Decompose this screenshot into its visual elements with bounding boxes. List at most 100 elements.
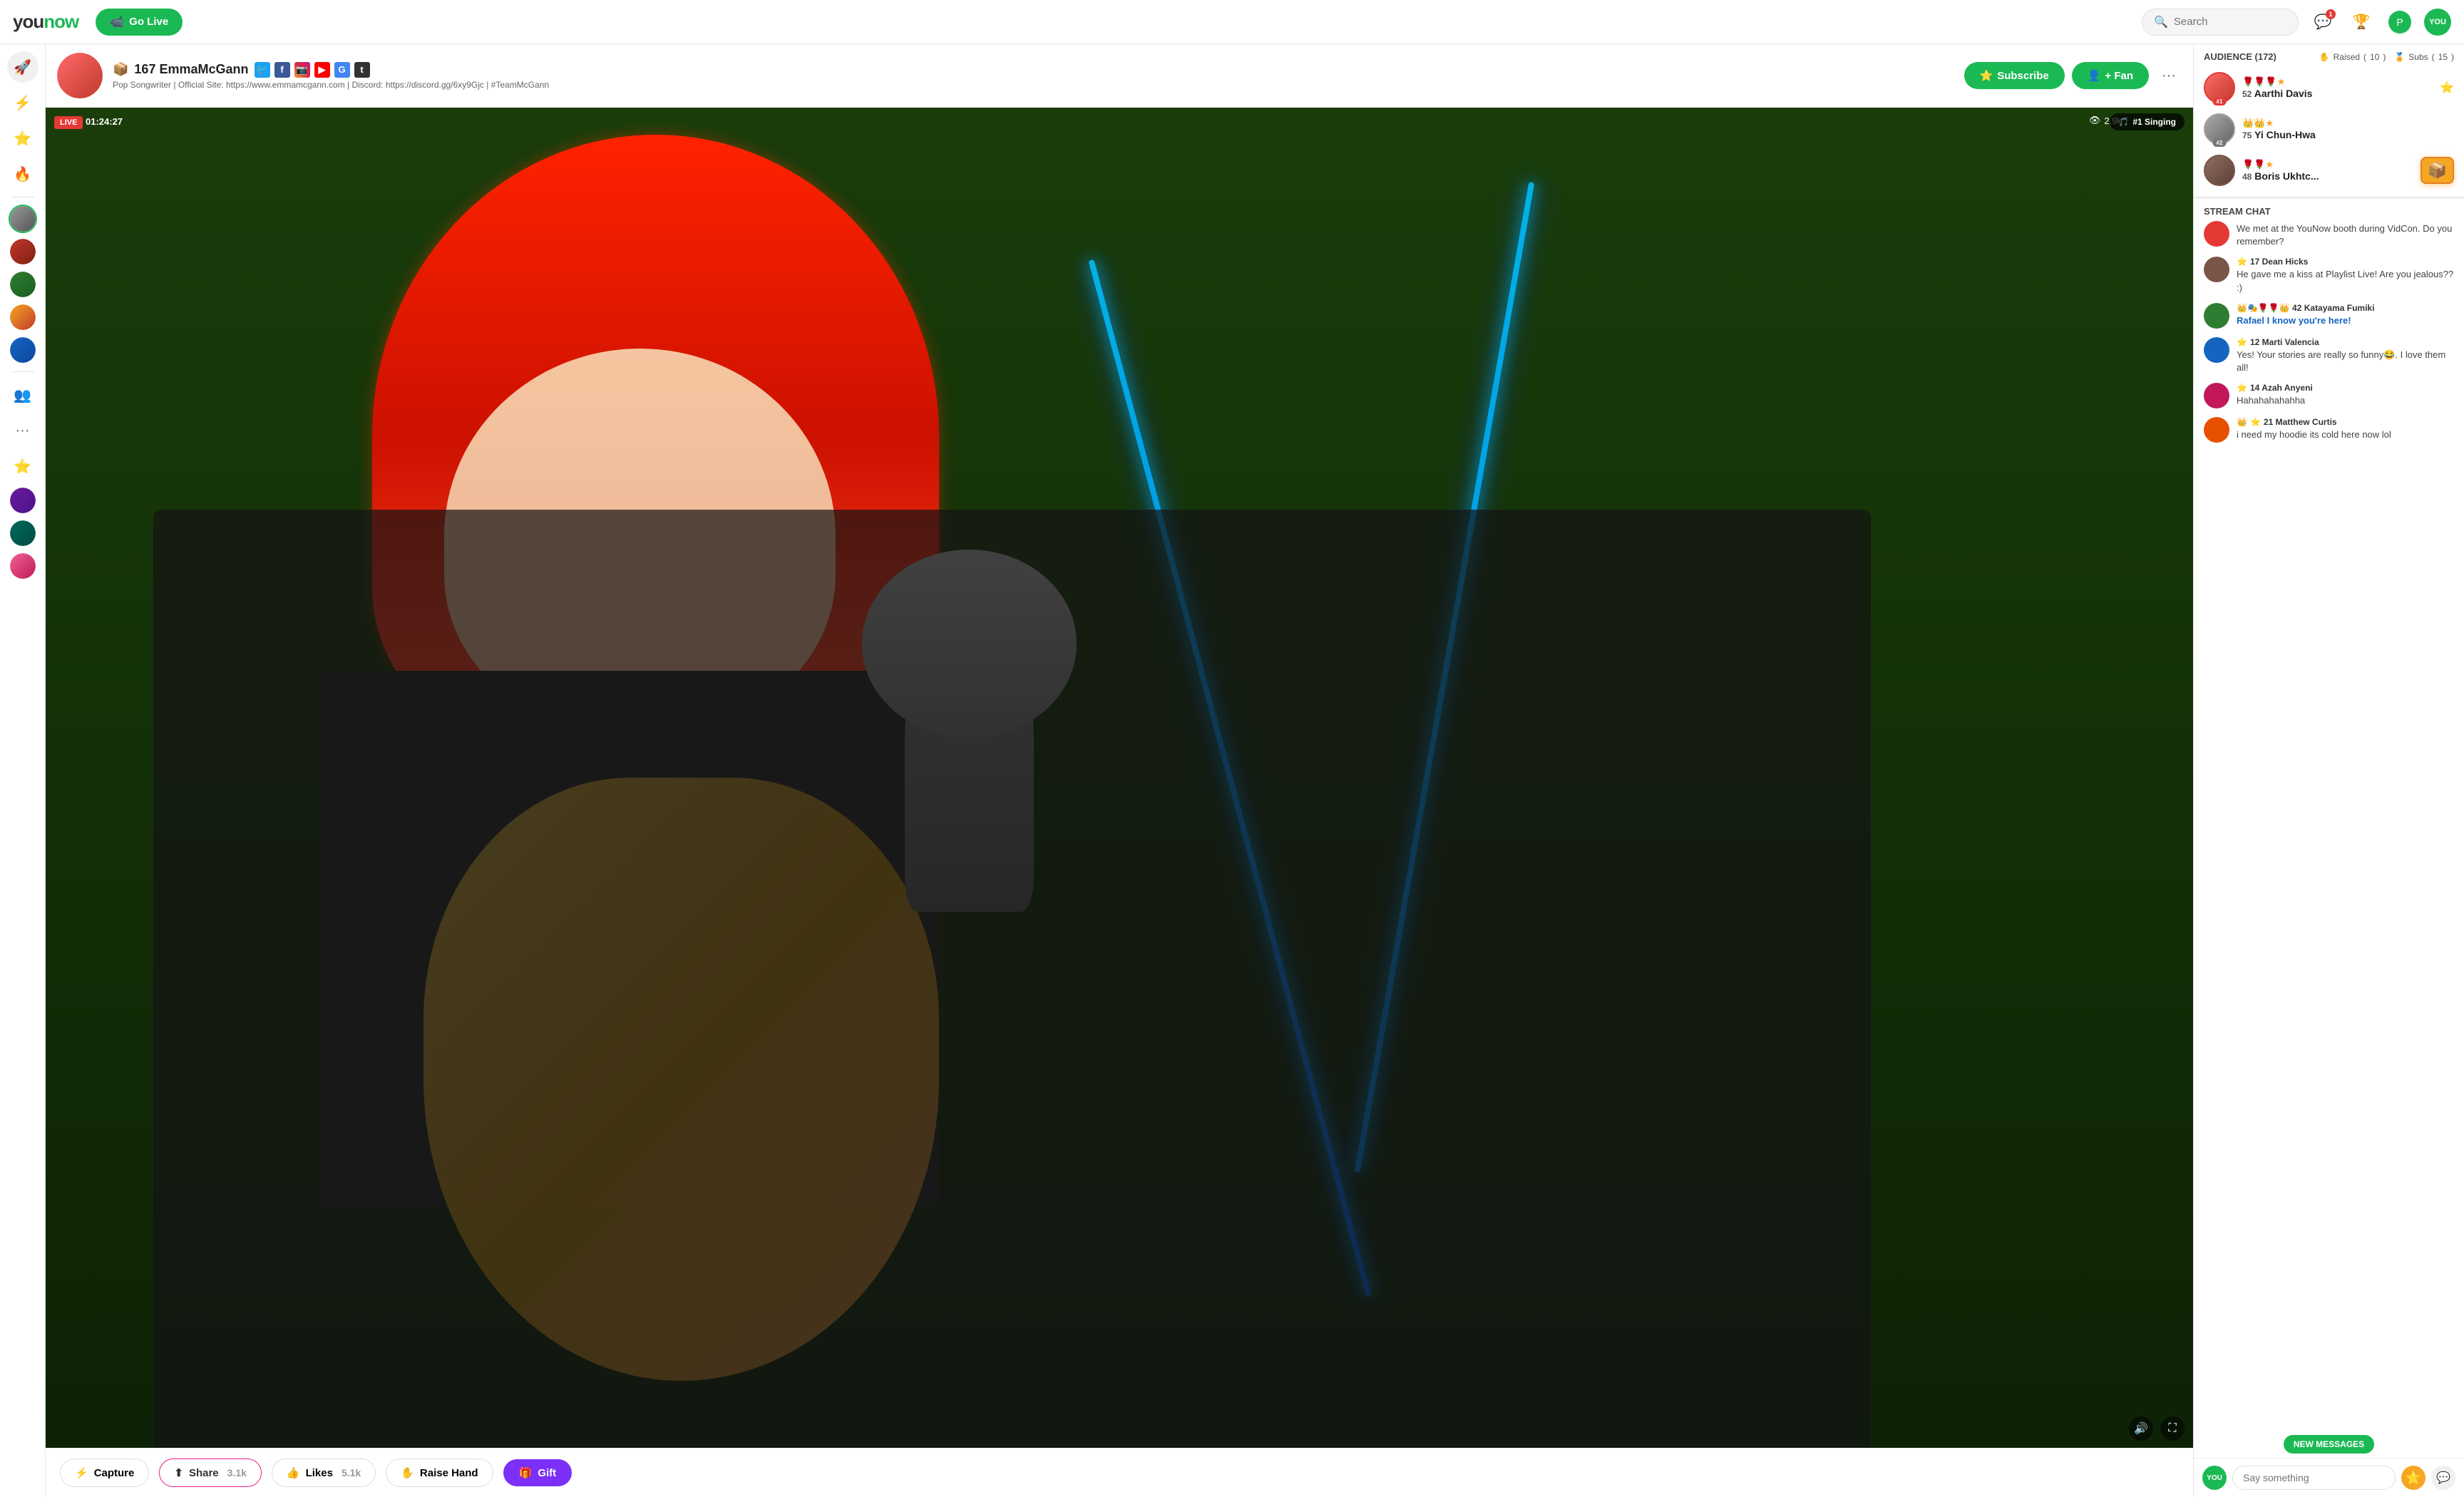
- volume-button[interactable]: 🔊: [2129, 1416, 2153, 1441]
- rewards-button[interactable]: P: [2386, 8, 2414, 36]
- raise-hand-button[interactable]: ✋ Raise Hand: [386, 1459, 493, 1487]
- chat-body-0: We met at the YouNow booth during VidCon…: [2237, 221, 2454, 248]
- youtube-icon[interactable]: ▶: [314, 62, 330, 78]
- chat-section: STREAM CHAT We met at the YouNow booth d…: [2194, 199, 2464, 1497]
- hand-icon: ✋: [401, 1466, 414, 1479]
- chat-message-5: 👑 ⭐ 21 Matthew Curtis i need my hoodie i…: [2204, 417, 2454, 443]
- subscribe-label: Subscribe: [1997, 70, 2049, 82]
- rank-badge-2: #2: [2213, 139, 2227, 147]
- more-options-button[interactable]: ···: [2156, 65, 2182, 87]
- audience-emojis-2: 👑👑★: [2242, 118, 2454, 129]
- raised-stat: ✋ Raised (10): [2319, 52, 2386, 62]
- chat-title: STREAM CHAT: [2194, 199, 2464, 221]
- new-messages-button[interactable]: NEW MESSAGES: [2284, 1435, 2374, 1454]
- google-icon[interactable]: G: [334, 62, 350, 78]
- chat-avatar-3[interactable]: [2204, 337, 2229, 363]
- chat-emoji-button[interactable]: 💬: [2431, 1466, 2455, 1490]
- chat-message-1: ⭐ 17 Dean Hicks He gave me a kiss at Pla…: [2204, 257, 2454, 294]
- chat-text-5: i need my hoodie its cold here now lol: [2237, 428, 2454, 441]
- chat-avatar-0[interactable]: [2204, 221, 2229, 247]
- sidebar-user-4[interactable]: [9, 303, 37, 331]
- chat-body-4: ⭐ 14 Azah Anyeni Hahahahahahha: [2237, 383, 2454, 407]
- share-count: 3.1k: [227, 1467, 247, 1478]
- facebook-icon[interactable]: f: [274, 62, 290, 78]
- music-icon: 🎵: [2118, 117, 2129, 127]
- streamer-avatar[interactable]: [57, 53, 103, 98]
- sidebar-user-1[interactable]: [9, 205, 37, 233]
- audience-header: AUDIENCE (172) ✋ Raised (10) 🏅 Subs (15): [2204, 51, 2454, 62]
- chat-text-3: Yes! Your stories are really so funny😂. …: [2237, 349, 2454, 374]
- user-avatar-button[interactable]: YOU: [2424, 9, 2451, 36]
- streamer-info-bar: 📦 167 EmmaMcGann 🐦 f 📷 ▶ G t Pop Songwri…: [46, 44, 2193, 108]
- chat-user-avatar[interactable]: YOU: [2202, 1466, 2227, 1490]
- likes-count: 5.1k: [342, 1467, 361, 1478]
- rank-badge-1: #1: [2213, 98, 2227, 106]
- trophy-button[interactable]: 🏆: [2347, 8, 2376, 36]
- left-sidebar: 🚀 ⚡ ⭐ 🔥 👥 ··· ⭐: [0, 44, 46, 1497]
- sidebar-icon-favorites[interactable]: ⭐: [7, 451, 38, 482]
- audience-stats: ✋ Raised (10) 🏅 Subs (15): [2319, 52, 2454, 62]
- audience-member-3[interactable]: 🌹🌹★ 48 Boris Ukhtc... 📦: [2204, 152, 2454, 189]
- streamer-description: Pop Songwriter | Official Site: https://…: [113, 80, 1954, 90]
- sidebar-user-7[interactable]: [9, 519, 37, 547]
- tumblr-icon[interactable]: t: [354, 62, 370, 78]
- chat-coin-button[interactable]: ⭐: [2401, 1466, 2426, 1490]
- go-live-button[interactable]: 📹 Go Live: [96, 9, 183, 36]
- capture-button[interactable]: ⚡ Capture: [60, 1459, 149, 1487]
- nav-icons: 💬 1 🏆 P YOU: [2309, 8, 2451, 36]
- chat-text-4: Hahahahahahha: [2237, 394, 2454, 407]
- audience-member-1[interactable]: #1 🌹🌹🌹★ 52 Aarthi Davis ⭐: [2204, 69, 2454, 106]
- category-text: #1 Singing: [2132, 117, 2176, 127]
- capture-label: Capture: [94, 1467, 135, 1479]
- chat-avatar-5[interactable]: [2204, 417, 2229, 443]
- sidebar-icon-people[interactable]: 👥: [7, 379, 38, 411]
- go-live-label: Go Live: [129, 16, 168, 28]
- notifications-button[interactable]: 💬 1: [2309, 8, 2337, 36]
- sidebar-user-2[interactable]: [9, 237, 37, 266]
- fan-button[interactable]: 👤 + Fan: [2072, 62, 2149, 89]
- chat-body-3: ⭐ 12 Marti Valencia Yes! Your stories ar…: [2237, 337, 2454, 374]
- likes-label: Likes: [306, 1467, 333, 1479]
- chat-avatar-4[interactable]: [2204, 383, 2229, 408]
- sidebar-icon-fire[interactable]: 🔥: [7, 158, 38, 190]
- chat-avatar-2[interactable]: [2204, 303, 2229, 329]
- sidebar-icon-lightning[interactable]: ⚡: [7, 87, 38, 118]
- sidebar-user-3[interactable]: [9, 270, 37, 299]
- subs-label: Subs: [2408, 52, 2428, 62]
- chat-avatar-1[interactable]: [2204, 257, 2229, 282]
- chat-input[interactable]: [2232, 1466, 2396, 1490]
- chat-text-2: Rafael I know you're here!: [2237, 314, 2454, 327]
- search-input[interactable]: [2174, 16, 2286, 28]
- subscribe-button[interactable]: ⭐ Subscribe: [1964, 62, 2065, 89]
- twitter-icon[interactable]: 🐦: [255, 62, 270, 78]
- sidebar-user-8[interactable]: [9, 552, 37, 580]
- star-icon-5: ⭐: [2250, 417, 2261, 427]
- share-button[interactable]: ⬆ Share 3.1k: [159, 1459, 262, 1487]
- fullscreen-button[interactable]: ⛶: [2160, 1416, 2185, 1441]
- subs-stat: 🏅 Subs (15): [2394, 52, 2454, 62]
- sidebar-icon-rocket[interactable]: 🚀: [7, 51, 38, 83]
- chat-message-0: We met at the YouNow booth during VidCon…: [2204, 221, 2454, 248]
- gold-badge-1: ⭐: [2440, 81, 2454, 95]
- gift-button[interactable]: 🎁 Gift: [503, 1459, 573, 1486]
- audience-member-2[interactable]: #2 👑👑★ 75 Yi Chun-Hwa: [2204, 110, 2454, 148]
- audience-name-2: 75 Yi Chun-Hwa: [2242, 129, 2454, 140]
- main-layout: 🚀 ⚡ ⭐ 🔥 👥 ··· ⭐: [0, 44, 2464, 1497]
- sidebar-icon-star[interactable]: ⭐: [7, 123, 38, 154]
- audience-avatar-2: #2: [2204, 113, 2235, 145]
- chat-body-2: 👑🎭🌹🌹👑 42 Katayama Fumiki Rafael I know y…: [2237, 303, 2454, 327]
- raised-count: 10: [2370, 52, 2379, 62]
- instagram-icon[interactable]: 📷: [294, 62, 310, 78]
- chat-username-4: ⭐ 14 Azah Anyeni: [2237, 383, 2454, 393]
- sidebar-icon-more[interactable]: ···: [7, 415, 38, 446]
- center-content: 📦 167 EmmaMcGann 🐦 f 📷 ▶ G t Pop Songwri…: [46, 44, 2193, 1497]
- sidebar-user-5[interactable]: [9, 336, 37, 364]
- video-content: [46, 108, 2193, 1448]
- sidebar-user-6[interactable]: [9, 486, 37, 515]
- chest-reward[interactable]: 📦: [2421, 157, 2454, 184]
- chat-username-3: ⭐ 12 Marti Valencia: [2237, 337, 2454, 347]
- likes-button[interactable]: 👍 Likes 5.1k: [272, 1459, 376, 1487]
- audience-info-2: 👑👑★ 75 Yi Chun-Hwa: [2242, 118, 2454, 140]
- chat-body-5: 👑 ⭐ 21 Matthew Curtis i need my hoodie i…: [2237, 417, 2454, 441]
- audience-avatar-1: #1: [2204, 72, 2235, 103]
